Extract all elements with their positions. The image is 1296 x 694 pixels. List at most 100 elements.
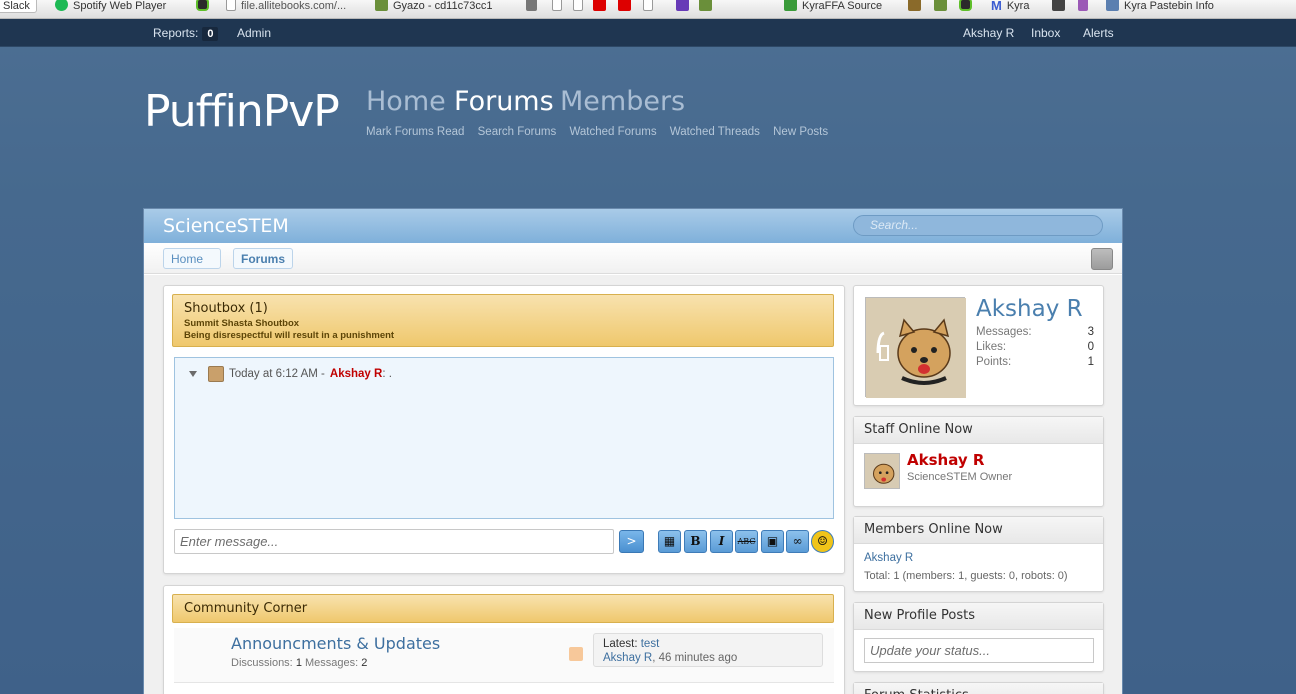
search-forums-link[interactable]: Search Forums <box>478 126 557 138</box>
new-posts-link[interactable]: New Posts <box>773 126 828 138</box>
shoutbox-subtitle: Summit Shasta Shoutbox <box>184 318 300 329</box>
download-icon <box>784 0 797 11</box>
latest-label: Latest: <box>603 638 638 650</box>
top-navigation: Reports: 0 Admin Akshay R Inbox Alerts <box>0 19 1296 47</box>
site-logo[interactable]: PuffinPvP <box>144 86 340 137</box>
jump-menu-button[interactable] <box>1091 248 1113 270</box>
shout-time: Today at 6:12 AM - <box>229 368 325 380</box>
alerts-link[interactable]: Alerts <box>1083 26 1114 40</box>
app-icon <box>959 0 972 11</box>
bookmark-label: file.allitebooks.com/... <box>241 0 347 12</box>
community-header: Community Corner <box>172 594 834 623</box>
reports-label: Reports: <box>153 26 199 40</box>
avatar[interactable] <box>208 366 224 382</box>
bookmark-misc[interactable] <box>1052 0 1088 18</box>
site-titlebar: ScienceSTEM Search... <box>144 209 1122 243</box>
bookmark-pastebin[interactable]: Kyra Pastebin Info <box>1106 0 1214 18</box>
gyazo-icon <box>699 0 712 11</box>
collapse-arrow-icon[interactable] <box>189 371 197 377</box>
latest-post-box: Latest: test Akshay R, 46 minutes ago <box>593 633 823 667</box>
page-icon <box>643 0 653 11</box>
bookmark-green[interactable] <box>196 0 209 18</box>
stat-label: Points: <box>976 356 1012 368</box>
breadcrumb-home[interactable]: Home <box>163 248 221 269</box>
strikethrough-icon[interactable]: ABC <box>735 530 758 553</box>
rss-icon[interactable] <box>569 647 583 661</box>
latest-user-link[interactable]: Akshay R <box>603 652 652 664</box>
main-area: Shoutbox (1) Summit Shasta Shoutbox Bein… <box>144 275 1122 694</box>
profile-posts-title: New Profile Posts <box>854 603 1103 630</box>
forum-stats: Discussions: 1 Messages: 2 <box>231 657 367 669</box>
m-icon: M <box>991 0 1002 13</box>
page-icon <box>226 0 236 11</box>
staff-online-panel: Staff Online Now Akshay R ScienceSTEM Ow… <box>853 416 1104 507</box>
image-icon[interactable]: ▣ <box>761 530 784 553</box>
link-icon[interactable]: ∞ <box>786 530 809 553</box>
visitor-panel: Akshay R Messages: 3 Likes: 0 Points: 1 <box>853 285 1104 406</box>
content-container: ScienceSTEM Search... Home Forums Shoutb… <box>143 208 1123 694</box>
shoutbox-header: Shoutbox (1) Summit Shasta Shoutbox Bein… <box>172 294 834 347</box>
online-total: Total: 1 (members: 1, guests: 0, robots:… <box>864 570 1068 582</box>
color-picker-icon[interactable]: ▦ <box>658 530 681 553</box>
bookmark-kyra[interactable]: M Kyra <box>991 0 1029 18</box>
visitor-stat-likes: Likes: 0 <box>976 341 1094 353</box>
status-update-input[interactable]: Update your status... <box>864 638 1094 663</box>
folder-icon <box>1106 0 1119 11</box>
staff-online-title: Staff Online Now <box>854 417 1103 444</box>
shout-username[interactable]: Akshay R <box>330 368 382 380</box>
bookmark-spotify[interactable]: Spotify Web Player <box>55 0 166 18</box>
bookmark-label: Slack <box>3 0 30 12</box>
online-member-link[interactable]: Akshay R <box>864 552 913 564</box>
watched-forums-link[interactable]: Watched Forums <box>569 126 656 138</box>
members-online-panel: Members Online Now Akshay R Total: 1 (me… <box>853 516 1104 592</box>
visitor-name[interactable]: Akshay R <box>976 296 1083 322</box>
shout-message-input[interactable]: Enter message... <box>174 529 614 554</box>
mark-forums-read-link[interactable]: Mark Forums Read <box>366 126 464 138</box>
staff-username[interactable]: Akshay R <box>907 451 984 469</box>
inbox-link[interactable]: Inbox <box>1031 26 1060 40</box>
stat-value: 0 <box>1087 341 1094 353</box>
avatar[interactable] <box>865 297 966 398</box>
community-panel: Community Corner Announcments & Updates … <box>163 585 845 694</box>
shoutbox-messages: Today at 6:12 AM - Akshay R: . <box>174 357 834 519</box>
account-link[interactable]: Akshay R <box>963 26 1014 40</box>
tab-members[interactable]: Members <box>560 86 685 117</box>
search-input[interactable]: Search... <box>853 215 1103 236</box>
grid-icon <box>526 0 537 11</box>
forum-name[interactable]: Announcments & Updates <box>231 634 440 653</box>
reports-link[interactable]: Reports: 0 <box>153 26 219 41</box>
bookmark-icons[interactable] <box>526 0 712 18</box>
shoutbox-title: Shoutbox (1) <box>184 301 268 316</box>
bookmark-tools[interactable] <box>908 0 972 18</box>
list-icon <box>676 0 689 11</box>
stat-label: Messages: <box>976 326 1032 338</box>
forum-row: Announcments & Updates Discussions: 1 Me… <box>174 628 834 683</box>
admin-link[interactable]: Admin <box>237 26 271 40</box>
italic-icon[interactable]: I <box>710 530 733 553</box>
feather-icon <box>1078 0 1088 11</box>
avatar[interactable] <box>864 453 900 489</box>
bookmark-gyazo[interactable]: Gyazo - cd11c73cc1 <box>375 0 492 18</box>
bookmark-slack[interactable]: Slack <box>0 0 37 13</box>
latest-time: , 46 minutes ago <box>652 652 738 664</box>
bookmark-kyraffa[interactable]: KyraFFA Source <box>784 0 882 18</box>
tab-home[interactable]: Home <box>366 86 446 117</box>
page-icon <box>573 0 583 11</box>
bold-icon[interactable]: B <box>684 530 707 553</box>
shout-send-button[interactable]: > <box>619 530 644 553</box>
community-title[interactable]: Community Corner <box>184 601 307 616</box>
tab-forums[interactable]: Forums <box>454 86 554 117</box>
breadcrumb-forums[interactable]: Forums <box>233 248 294 269</box>
page-icon <box>552 0 562 11</box>
watched-threads-link[interactable]: Watched Threads <box>670 126 760 138</box>
smiley-icon[interactable]: ☺ <box>811 530 834 553</box>
bookmarks-bar: Slack Spotify Web Player file.allitebook… <box>0 0 1296 19</box>
visitor-stat-messages: Messages: 3 <box>976 326 1094 338</box>
shout-message: Today at 6:12 AM - Akshay R: . <box>189 366 392 382</box>
youtube-icon <box>593 0 606 11</box>
discussions-label: Discussions: <box>231 657 293 669</box>
latest-thread-link[interactable]: test <box>641 638 660 650</box>
bookmark-allitebooks[interactable]: file.allitebooks.com/... <box>226 0 346 18</box>
youtube-icon <box>618 0 631 11</box>
tool-icon <box>908 0 921 11</box>
